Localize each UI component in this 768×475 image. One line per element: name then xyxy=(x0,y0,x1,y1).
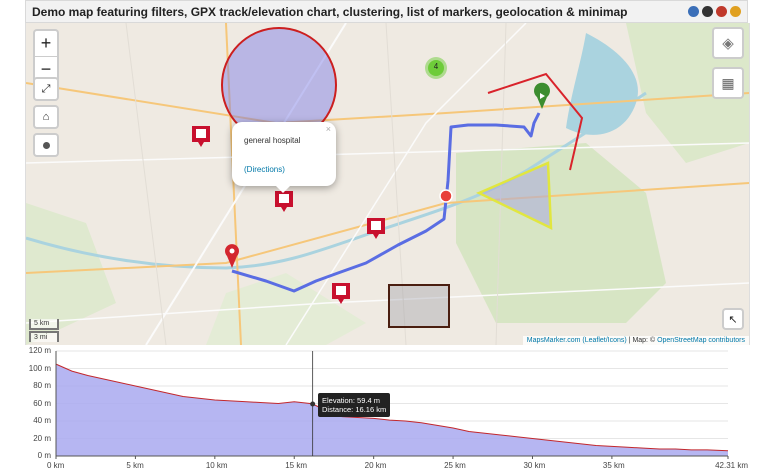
popup-close-button[interactable]: × xyxy=(326,124,331,134)
x-tick-label: 5 km xyxy=(126,461,144,470)
layers-button[interactable]: ◈ xyxy=(712,27,744,59)
zoom-control: + − xyxy=(33,29,59,83)
popup-tip xyxy=(275,185,291,193)
page-title: Demo map featuring filters, GPX track/el… xyxy=(32,5,628,19)
layers-filter-icon: ▦ xyxy=(721,74,735,91)
y-tick-label: 0 m xyxy=(37,451,51,460)
attribution: MapsMarker.com (Leaflet/Icons) | Map: © … xyxy=(522,336,749,345)
app-window: Demo map featuring filters, GPX track/el… xyxy=(0,0,768,470)
locate-button[interactable] xyxy=(33,133,59,157)
layer-filter-button[interactable]: ▦ xyxy=(712,67,744,99)
rectangle-overlay[interactable] xyxy=(388,284,450,328)
home-icon: ⌂ xyxy=(42,111,50,123)
x-tick-label: 20 km xyxy=(364,461,387,470)
kml-icon[interactable] xyxy=(716,6,727,17)
tooltip-distance: Distance: 16.16 km xyxy=(322,405,387,414)
x-tick-label: 10 km xyxy=(205,461,228,470)
elevation-area xyxy=(56,364,728,456)
cluster-count[interactable]: 4 xyxy=(429,62,443,71)
minimap-toggle-button[interactable]: ↖ xyxy=(722,308,744,330)
arrow-expand-icon: ↖ xyxy=(728,313,738,326)
scale-mi: 3 mi xyxy=(29,331,59,342)
qrcode-icon[interactable] xyxy=(702,6,713,17)
fullscreen-icon[interactable] xyxy=(688,6,699,17)
x-tick-label: 35 km xyxy=(602,461,625,470)
osm-link[interactable]: OpenStreetMap contributors xyxy=(657,337,745,344)
hover-point xyxy=(310,401,316,407)
scale-km: 5 km xyxy=(29,319,59,330)
leaflet-link[interactable]: (Leaflet/Icons) xyxy=(582,337,626,344)
y-tick-label: 20 m xyxy=(33,433,51,443)
zoom-in-button[interactable]: + xyxy=(35,31,57,57)
tooltip-elevation: Elevation: 59.4 m xyxy=(322,396,380,405)
map-canvas[interactable]: 4 + − ⤢ ⌂ ◈ ▦ ↖ × general hospital (Dire… xyxy=(25,23,750,345)
elevation-tooltip: Elevation: 59.4 m Distance: 16.16 km xyxy=(318,393,391,417)
y-tick-label: 100 m xyxy=(28,363,51,373)
map-tiles xyxy=(26,23,749,345)
x-tick-label: 25 km xyxy=(444,461,466,470)
marker-popup: × general hospital (Directions) xyxy=(232,122,336,193)
scale-bar: 5 km 3 mi xyxy=(29,319,59,342)
locate-icon xyxy=(42,141,50,149)
y-tick-label: 60 m xyxy=(33,398,51,408)
x-tick-label: 30 km xyxy=(523,461,546,470)
y-tick-label: 80 m xyxy=(33,381,51,390)
y-tick-label: 120 m xyxy=(28,346,51,355)
title-bar: Demo map featuring filters, GPX track/el… xyxy=(25,0,748,23)
elevation-chart[interactable]: 120 m 100 m 80 m 60 m 40 m 20 m 0 m 0 km 5 km 10… xyxy=(0,345,768,470)
fullscreen-button[interactable]: ⤢ xyxy=(33,77,59,101)
elevation-position-marker[interactable] xyxy=(439,189,453,203)
geojson-icon[interactable] xyxy=(730,6,741,17)
x-tick-label: 42.31 km xyxy=(715,461,748,470)
x-tick-label: 0 km xyxy=(47,461,65,470)
home-button[interactable]: ⌂ xyxy=(33,105,59,129)
attribution-separator: | Map: © xyxy=(626,337,658,344)
x-tick-label: 15 km xyxy=(285,461,308,470)
directions-link[interactable]: (Directions) xyxy=(244,165,285,174)
layers-icon: ◈ xyxy=(722,35,734,52)
title-icons xyxy=(688,6,741,17)
fullscreen-icon: ⤢ xyxy=(41,82,51,95)
popup-text: general hospital xyxy=(244,136,301,145)
y-tick-label: 40 m xyxy=(33,416,51,425)
mapsmarker-link[interactable]: MapsMarker.com xyxy=(527,337,581,344)
